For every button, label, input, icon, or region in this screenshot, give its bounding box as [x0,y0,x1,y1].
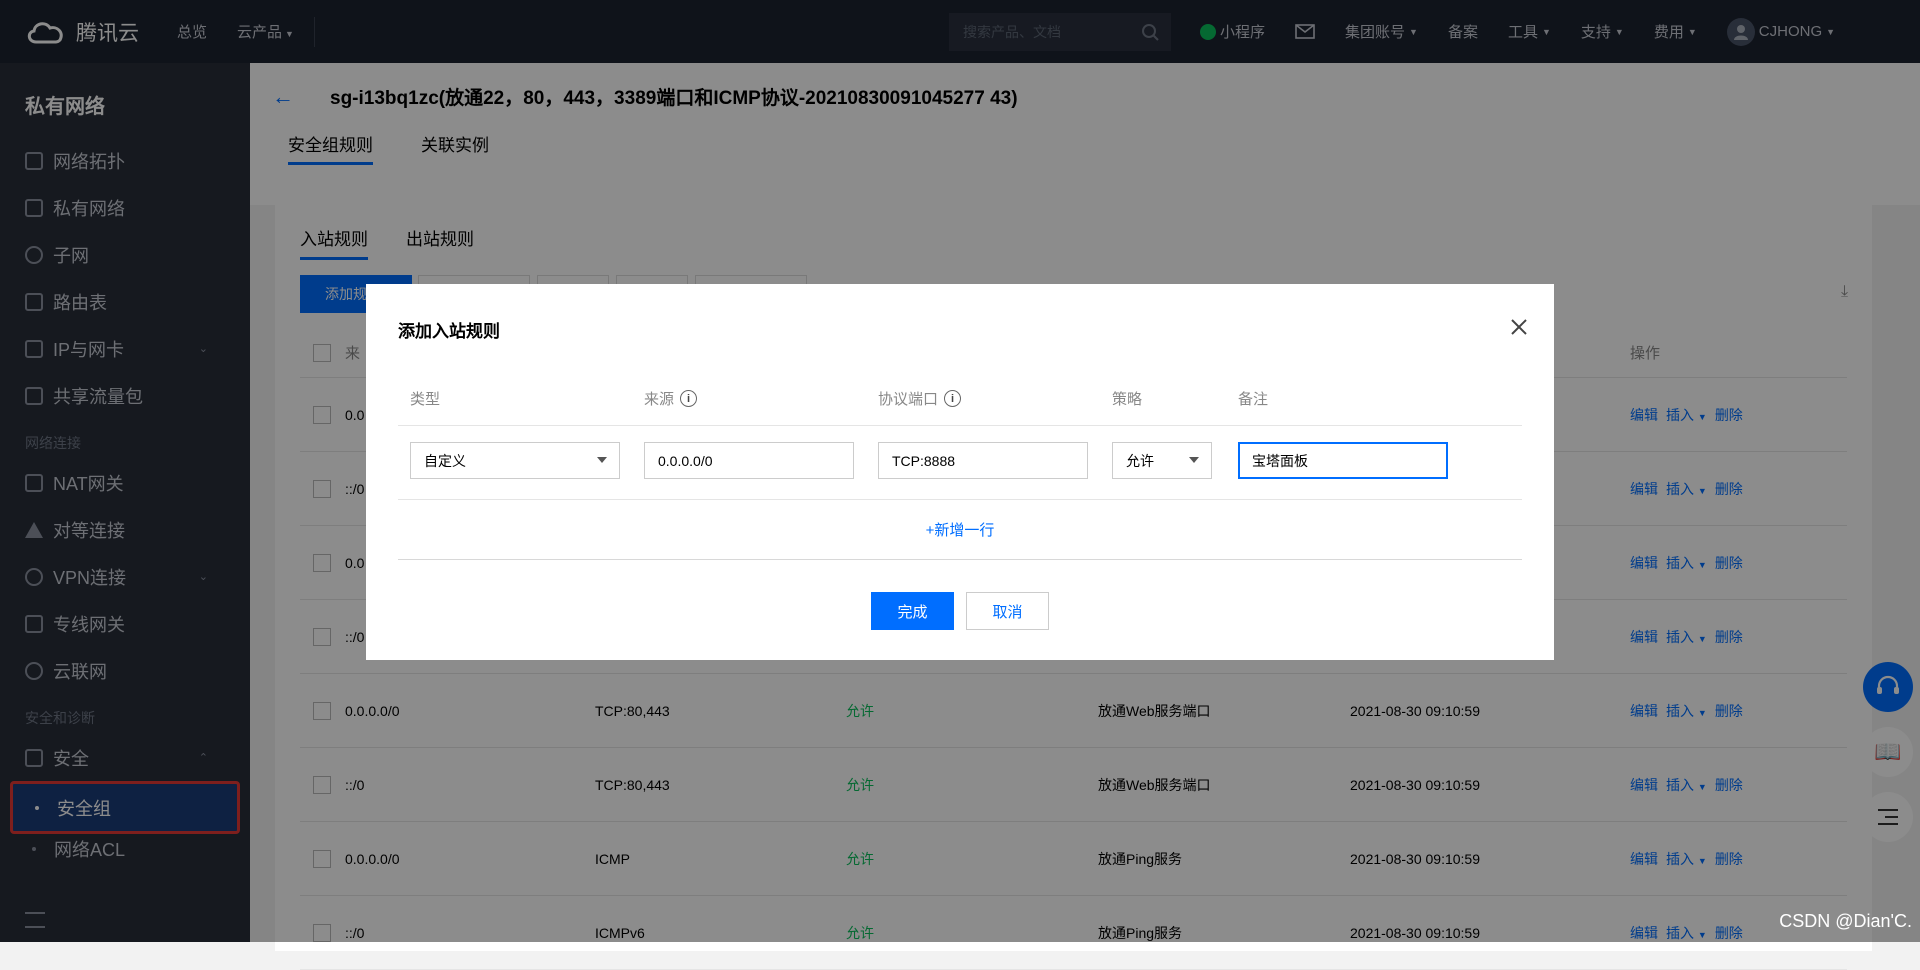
close-icon[interactable] [1510,318,1528,336]
watermark: CSDN @Dian'C. [1779,911,1912,932]
confirm-button[interactable]: 完成 [871,592,954,630]
header-note-label: 备注 [1238,388,1268,409]
dialog-rule-row: 自定义 0.0.0.0/0 TCP:8888 允许 宝塔面板 [398,426,1522,500]
header-source: 来源 i [644,388,697,409]
port-input[interactable]: TCP:8888 [878,442,1088,479]
header-policy: 策略 [1112,388,1142,409]
chevron-down-icon [597,457,607,463]
header-port-label: 协议端口 [878,388,938,409]
type-value: 自定义 [424,451,466,471]
header-type-label: 类型 [410,388,440,409]
policy-value: 允许 [1126,451,1154,471]
info-icon[interactable]: i [680,390,697,407]
header-source-label: 来源 [644,388,674,409]
chevron-down-icon [1189,457,1199,463]
add-inbound-rule-dialog: 添加入站规则 类型 来源 i 协议端口 i 策略 备注 自定义 0.0.0.0/0 … [366,284,1554,660]
add-row-link[interactable]: +新增一行 [398,500,1522,560]
dialog-table-header: 类型 来源 i 协议端口 i 策略 备注 [398,378,1522,426]
info-icon[interactable]: i [944,390,961,407]
header-port: 协议端口 i [878,388,961,409]
header-type: 类型 [410,388,440,409]
note-value: 宝塔面板 [1252,451,1308,471]
dialog-title: 添加入站规则 [398,317,500,342]
policy-select[interactable]: 允许 [1112,442,1212,479]
type-select[interactable]: 自定义 [410,442,620,479]
source-value: 0.0.0.0/0 [658,453,713,469]
source-input[interactable]: 0.0.0.0/0 [644,442,854,479]
note-input[interactable]: 宝塔面板 [1238,442,1448,479]
port-value: TCP:8888 [892,453,955,469]
header-policy-label: 策略 [1112,388,1142,409]
cancel-button[interactable]: 取消 [966,592,1049,630]
add-row-label: +新增一行 [926,519,995,540]
header-note: 备注 [1238,388,1268,409]
